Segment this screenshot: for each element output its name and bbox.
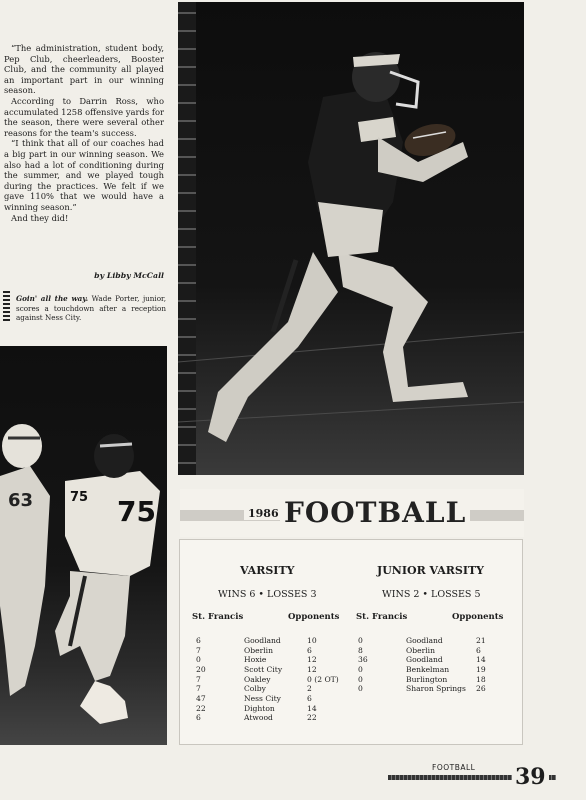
players-figures: 63 75 75	[0, 424, 160, 724]
varsity-their-scores: 10 6 12 12 0 (2 OT) 2 6 14 22	[307, 636, 339, 723]
season-year: 1986	[244, 507, 283, 520]
varsity-record: WINS 6 • LOSSES 3	[218, 589, 317, 600]
jv-their-scores: 21 6 14 19 18 26	[476, 636, 486, 694]
season-results: VARSITY WINS 6 • LOSSES 3 St. Francis Op…	[179, 539, 523, 745]
story-paragraph: According to Darrin Ross, who accumulate…	[4, 95, 164, 138]
player-figure	[178, 52, 524, 442]
score: 7	[196, 684, 201, 694]
score: 0	[358, 674, 363, 684]
opponent-name: Atwood	[244, 713, 273, 723]
caption-marker	[3, 291, 10, 321]
opponent-score: 12	[307, 664, 317, 674]
jv-title: JUNIOR VARSITY	[377, 564, 485, 577]
svg-text:63: 63	[8, 490, 33, 511]
opponent-score: 6	[307, 645, 312, 655]
opponent-score: 6	[307, 693, 312, 703]
jersey-number-sleeve: 75	[70, 490, 88, 505]
opponent-name: Oberlin	[406, 645, 435, 655]
players-sideline-photo: 63 75 75	[0, 346, 167, 745]
opponent-score: 12	[307, 655, 317, 665]
varsity-team-header: St. Francis	[192, 612, 244, 622]
score: 0	[196, 655, 201, 665]
score: 0	[358, 684, 363, 694]
opponent-name: Hoxie	[244, 655, 267, 665]
opponent-score: 0 (2 OT)	[307, 674, 339, 684]
jersey-number: 75	[117, 495, 156, 528]
jv-our-scores: 0 8 36 0 0 0	[358, 636, 368, 694]
opponent-score: 14	[476, 655, 486, 665]
score: 7	[196, 645, 201, 655]
opponent-name: Scott City	[244, 664, 283, 674]
opponent-name: Dighton	[244, 703, 275, 713]
opponent-score: 6	[476, 645, 481, 655]
opponent-name: Oakley	[244, 674, 271, 684]
score: 36	[358, 655, 368, 665]
score: 6	[196, 636, 201, 645]
score: 8	[358, 645, 363, 655]
opponent-name: Goodland	[406, 655, 443, 665]
jv-opponent-names: Goodland Oberlin Goodland Benkelman Burl…	[406, 636, 466, 694]
opponent-score: 26	[476, 684, 486, 694]
opponent-name: Sharon Springs	[406, 684, 466, 694]
score: 0	[358, 636, 363, 645]
opponent-score: 19	[476, 664, 486, 674]
photo-caption: Goin' all the way. Wade Porter, junior, …	[16, 294, 166, 323]
opponent-score: 2	[307, 684, 312, 694]
opponent-name: Burlington	[406, 674, 448, 684]
jv-record: WINS 2 • LOSSES 5	[382, 589, 481, 600]
jv-opponents-header: Opponents	[452, 612, 504, 622]
varsity-opponents-header: Opponents	[288, 612, 340, 622]
opponent-score: 22	[307, 713, 317, 723]
opponent-score: 14	[307, 703, 317, 713]
score: 6	[196, 713, 201, 723]
byline: by Libby McCall	[94, 271, 164, 280]
opponent-score: 18	[476, 674, 486, 684]
section-title: FOOTBALL	[280, 496, 471, 529]
story-text: “The administration, student body, Pep C…	[4, 43, 164, 223]
score: 20	[196, 664, 206, 674]
caption-lead: Goin' all the way.	[16, 294, 89, 303]
opponent-name: Ness City	[244, 693, 281, 703]
jv-team-header: St. Francis	[356, 612, 408, 622]
story-paragraph: “The administration, student body, Pep C…	[4, 43, 164, 96]
varsity-title: VARSITY	[240, 564, 295, 577]
score: 47	[196, 693, 206, 703]
varsity-opponent-names: Goodland Oberlin Hoxie Scott City Oakley…	[244, 636, 282, 723]
story-paragraph: And they did!	[11, 212, 69, 223]
score: 22	[196, 703, 206, 713]
opponent-score: 10	[307, 636, 317, 645]
varsity-our-scores: 6 7 0 20 7 7 47 22 6	[196, 636, 206, 723]
page-number: 39	[512, 764, 549, 790]
score: 7	[196, 674, 201, 684]
opponent-name: Oberlin	[244, 645, 273, 655]
score: 0	[358, 664, 363, 674]
section-header: 1986 FOOTBALL	[180, 489, 524, 537]
opponent-name: Goodland	[406, 636, 443, 645]
footer-section-label: FOOTBALL	[432, 763, 476, 772]
opponent-name: Goodland	[244, 636, 281, 645]
running-back-photo	[178, 2, 524, 475]
opponent-name: Benkelman	[406, 664, 450, 674]
opponent-name: Colby	[244, 684, 266, 694]
story-paragraph: “I think that all of our coaches had a b…	[4, 138, 164, 212]
opponent-score: 21	[476, 636, 486, 645]
